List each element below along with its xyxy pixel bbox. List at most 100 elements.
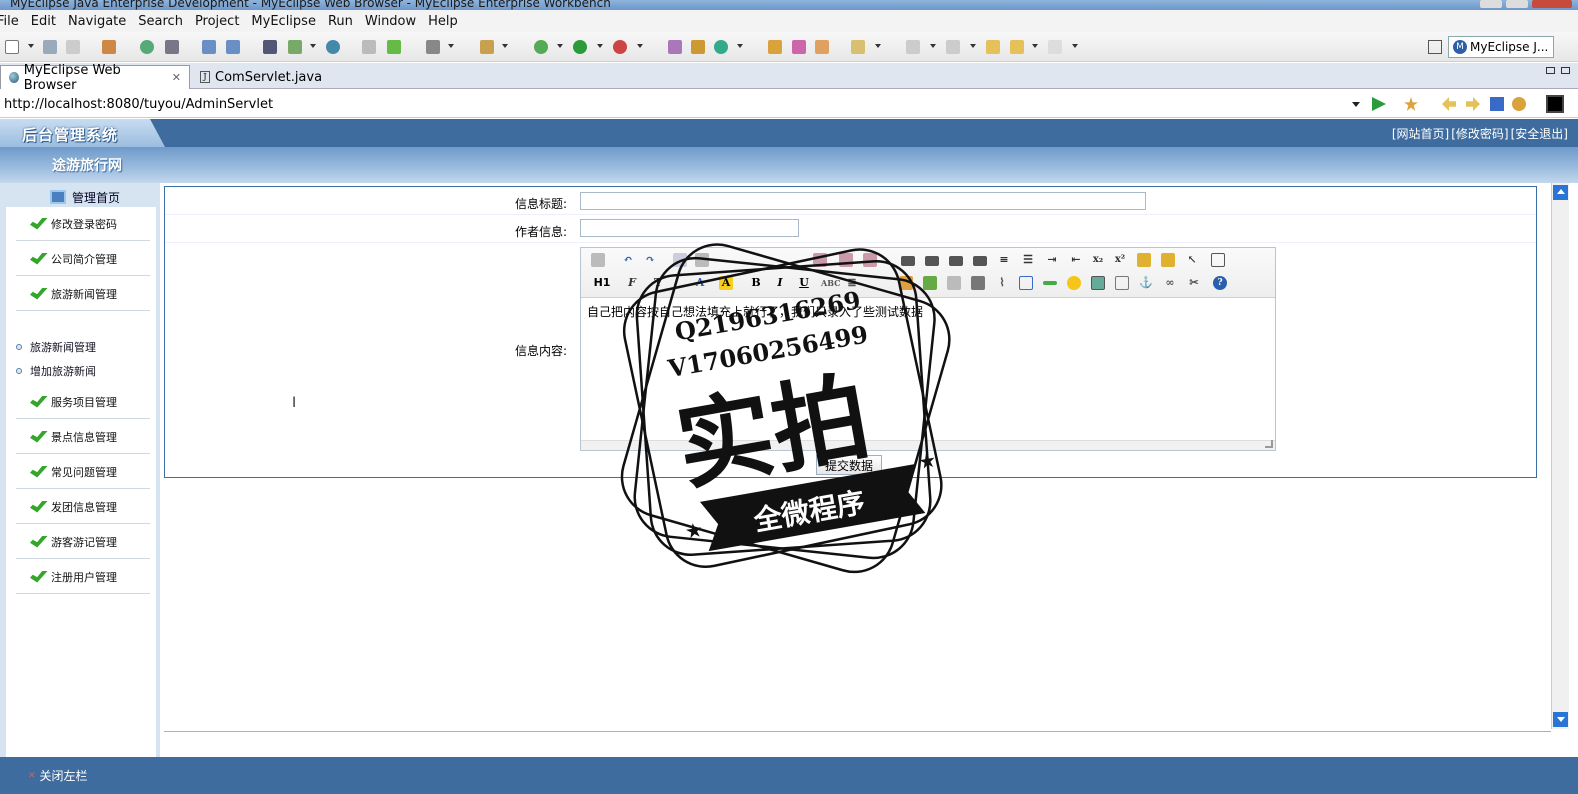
anchor-icon[interactable]: ⚓ [1139,276,1153,290]
deploy2-icon[interactable] [226,40,240,54]
refresh-icon[interactable] [1512,97,1526,111]
forward-dropdown-icon[interactable] [1072,44,1078,48]
sidebar-item-change-password[interactable]: 修改登录密码 [16,207,150,241]
menu-navigate[interactable]: Navigate [62,14,132,29]
sidebar-item-users[interactable]: 注册用户管理 [16,560,150,594]
search-icon[interactable] [815,40,829,54]
clipboard-icon[interactable] [480,40,494,54]
italic-icon[interactable]: I [773,276,787,290]
new-dropdown-icon[interactable] [28,44,34,48]
screen-icon[interactable] [1546,95,1564,113]
indent-icon[interactable]: ⇥ [1045,253,1059,267]
dropdown-icon[interactable] [502,44,508,48]
close-tab-icon[interactable]: ✕ [172,71,181,84]
sidebar-item-company-intro[interactable]: 公司简介管理 [16,242,150,276]
debug-icon[interactable] [534,40,548,54]
prev-annotation-icon[interactable] [946,40,960,54]
add-icon[interactable] [387,40,401,54]
paste-icon[interactable] [813,253,827,267]
maximize-view-button[interactable] [1561,67,1570,74]
pointer-icon[interactable]: ↖ [1185,253,1199,267]
new-icon[interactable] [5,40,19,54]
back-icon[interactable] [1010,40,1024,54]
bug-icon[interactable] [140,40,154,54]
new-class-icon[interactable] [668,40,682,54]
bold-icon[interactable]: B [749,276,763,290]
dropdown-icon[interactable] [737,44,743,48]
menu-run[interactable]: Run [322,14,359,29]
camera-icon[interactable] [426,40,440,54]
font-size-icon[interactable]: T [651,276,665,290]
dropdown-icon[interactable] [875,44,881,48]
sidebar-sub-news-manage[interactable]: 旅游新闻管理 [16,337,96,357]
sidebar-home[interactable]: 管理首页 [50,187,120,207]
print-icon[interactable] [66,40,80,54]
link-icon[interactable]: ∞ [1163,276,1177,290]
font-family-icon[interactable]: F [625,276,639,290]
fullscreen-icon[interactable] [1211,253,1225,267]
change-password-link[interactable]: [修改密码] [1451,125,1508,142]
dropdown-icon[interactable] [930,44,936,48]
resize-grip-icon[interactable] [1265,440,1273,448]
subscript-icon[interactable]: x₂ [1091,253,1105,267]
open-type-icon[interactable] [768,40,782,54]
menu-help[interactable]: Help [422,14,464,29]
back-dropdown-icon[interactable] [1032,44,1038,48]
select-all-icon[interactable] [1161,253,1175,267]
external-tools-icon[interactable] [613,40,627,54]
align-center-icon[interactable] [925,256,939,266]
preview-icon[interactable] [673,253,687,267]
run-icon[interactable] [573,40,587,54]
minimize-button[interactable] [1480,0,1502,8]
last-edit-icon[interactable] [986,40,1000,54]
menu-file[interactable]: File [0,14,25,29]
sidebar-item-faq[interactable]: 常见问题管理 [16,455,150,489]
package-icon[interactable] [102,40,116,54]
heading-button[interactable]: H1 [591,276,613,290]
horizontal-rule-icon[interactable] [1043,281,1057,285]
menu-window[interactable]: Window [359,14,422,29]
paste-word-icon[interactable] [863,253,877,267]
strikethrough-icon[interactable]: ABC [821,276,840,290]
url-input[interactable] [2,94,1362,114]
line-height-icon[interactable]: ≣ [845,276,859,290]
menu-project[interactable]: Project [189,14,245,29]
dropdown-icon[interactable] [448,44,454,48]
undo-icon[interactable]: ↶ [621,253,635,267]
insert-media-icon[interactable] [947,276,961,290]
justify-icon[interactable] [973,256,987,266]
open-perspective-icon[interactable] [1428,40,1442,54]
tab-web-browser[interactable]: MyEclipse Web Browser ✕ [0,63,190,93]
menu-edit[interactable]: Edit [25,14,62,29]
insert-video-icon[interactable] [971,276,985,290]
open-task-icon[interactable] [792,40,806,54]
server-icon[interactable] [165,40,179,54]
site-home-link[interactable]: [网站首页] [1392,125,1449,142]
dropdown-icon[interactable] [970,44,976,48]
emoticon-icon[interactable] [1067,276,1081,290]
title-input[interactable] [580,192,1146,210]
highlight-icon[interactable]: A [719,276,733,290]
sidebar-item-travelogues[interactable]: 游客游记管理 [16,525,150,559]
sidebar-item-tour-groups[interactable]: 发团信息管理 [16,490,150,524]
superscript-icon[interactable]: x² [1113,253,1127,267]
sidebar-item-travel-news[interactable]: 旅游新闻管理 [16,277,150,311]
scroll-up-icon[interactable] [1553,185,1568,200]
debug-dropdown-icon[interactable] [557,44,563,48]
dropdown-icon[interactable] [310,44,316,48]
sidebar-item-services[interactable]: 服务项目管理 [16,385,150,419]
table-icon[interactable] [1019,276,1033,290]
close-window-button[interactable] [1532,0,1572,8]
logout-link[interactable]: [安全退出] [1511,125,1568,142]
submit-button[interactable]: 提交数据 [816,455,883,475]
url-history-dropdown-icon[interactable] [1352,102,1360,107]
save-icon[interactable] [43,40,57,54]
attachment-icon[interactable]: ⌇ [995,276,1009,290]
forward-icon[interactable] [1048,40,1062,54]
sidebar-sub-add-news[interactable]: 增加旅游新闻 [16,361,96,381]
globe-icon[interactable] [326,40,340,54]
tab-comservlet[interactable]: J ComServlet.java [192,65,340,89]
source-icon[interactable] [591,253,605,267]
ordered-list-icon[interactable]: ≡ [997,253,1011,267]
page-break-icon[interactable] [1115,276,1129,290]
